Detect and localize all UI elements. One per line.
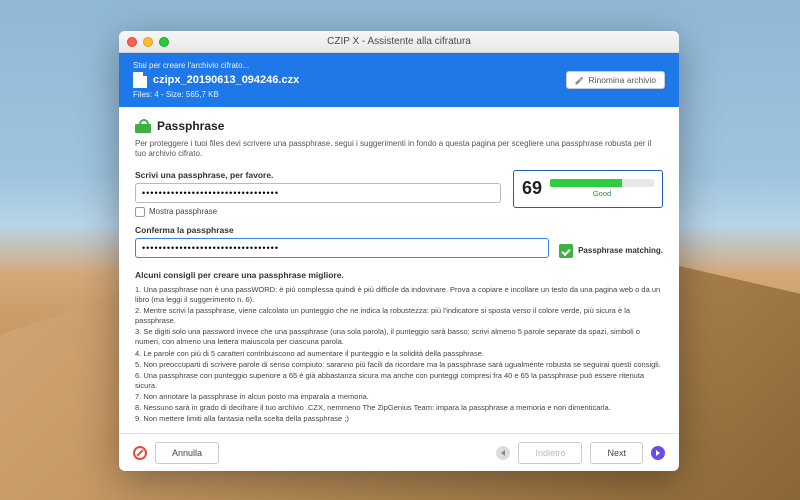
cancel-icon xyxy=(133,446,147,460)
app-window: CZIP X - Assistente alla cifratura Stai … xyxy=(119,31,679,471)
match-indicator: Passphrase matching. xyxy=(559,244,663,258)
footer: Annulla Indietro Next xyxy=(119,433,679,471)
strength-label: Good xyxy=(550,189,654,198)
tip-item: 2. Mentre scrivi la passphrase, viene ca… xyxy=(135,306,663,326)
tip-item: 9. Non mettere limiti alla fantasia nell… xyxy=(135,414,663,424)
archive-filename: czipx_20190613_094246.czx xyxy=(153,74,299,86)
rename-archive-button[interactable]: Rinomina archivio xyxy=(566,71,665,89)
passphrase-label: Scrivi una passphrase, per favore. xyxy=(135,170,501,180)
main-content: Passphrase Per proteggere i tuoi files d… xyxy=(119,107,679,433)
tips-heading: Alcuni consigli per creare una passphras… xyxy=(135,270,663,280)
tip-item: 5. Non preoccuparti di scrivere parole d… xyxy=(135,360,663,370)
tip-item: 4. Le parole con più di 5 caratteri cont… xyxy=(135,349,663,359)
back-button[interactable]: Indietro xyxy=(518,442,582,464)
cancel-button[interactable]: Annulla xyxy=(155,442,219,464)
tip-item: 1. Una passphrase non è una passWORD: è … xyxy=(135,285,663,305)
passphrase-input[interactable] xyxy=(135,183,501,203)
tip-item: 8. Nessuno sarà in grado di decifrare il… xyxy=(135,403,663,413)
show-passphrase-checkbox[interactable] xyxy=(135,207,145,217)
tips-list: 1. Una passphrase non è una passWORD: è … xyxy=(135,285,663,425)
tip-item: 7. Non annotare la passphrase in alcun p… xyxy=(135,392,663,402)
rename-label: Rinomina archivio xyxy=(588,75,656,85)
creating-label: Stai per creare l'archivio cifrato... xyxy=(133,61,299,70)
next-button[interactable]: Next xyxy=(590,442,643,464)
tip-item: 6. Una passphrase con punteggio superior… xyxy=(135,371,663,391)
lock-icon xyxy=(135,119,151,133)
strength-meter: 69 Good xyxy=(513,170,663,208)
strength-fill xyxy=(550,179,622,187)
intro-text: Per proteggere i tuoi files devi scriver… xyxy=(135,139,663,160)
titlebar: CZIP X - Assistente alla cifratura xyxy=(119,31,679,53)
next-arrow-icon xyxy=(651,446,665,460)
back-arrow-icon xyxy=(496,446,510,460)
header-banner: Stai per creare l'archivio cifrato... cz… xyxy=(119,53,679,107)
tip-item: 3. Se digiti solo una password invece ch… xyxy=(135,327,663,347)
strength-score: 69 xyxy=(522,178,542,199)
archive-file-icon xyxy=(133,72,147,88)
confirm-label: Conferma la passphrase xyxy=(135,225,663,235)
next-label: Next xyxy=(607,448,626,458)
show-passphrase-label: Mostra passphrase xyxy=(149,207,217,216)
confirm-passphrase-input[interactable] xyxy=(135,238,549,258)
check-icon xyxy=(559,244,573,258)
section-title: Passphrase xyxy=(157,119,224,133)
window-title: CZIP X - Assistente alla cifratura xyxy=(119,36,679,47)
pencil-icon xyxy=(575,76,584,85)
back-label: Indietro xyxy=(535,448,565,458)
match-text: Passphrase matching. xyxy=(578,246,663,255)
cancel-label: Annulla xyxy=(172,448,202,458)
file-count-label: Files: 4 - Size: 565,7 KB xyxy=(133,90,299,99)
